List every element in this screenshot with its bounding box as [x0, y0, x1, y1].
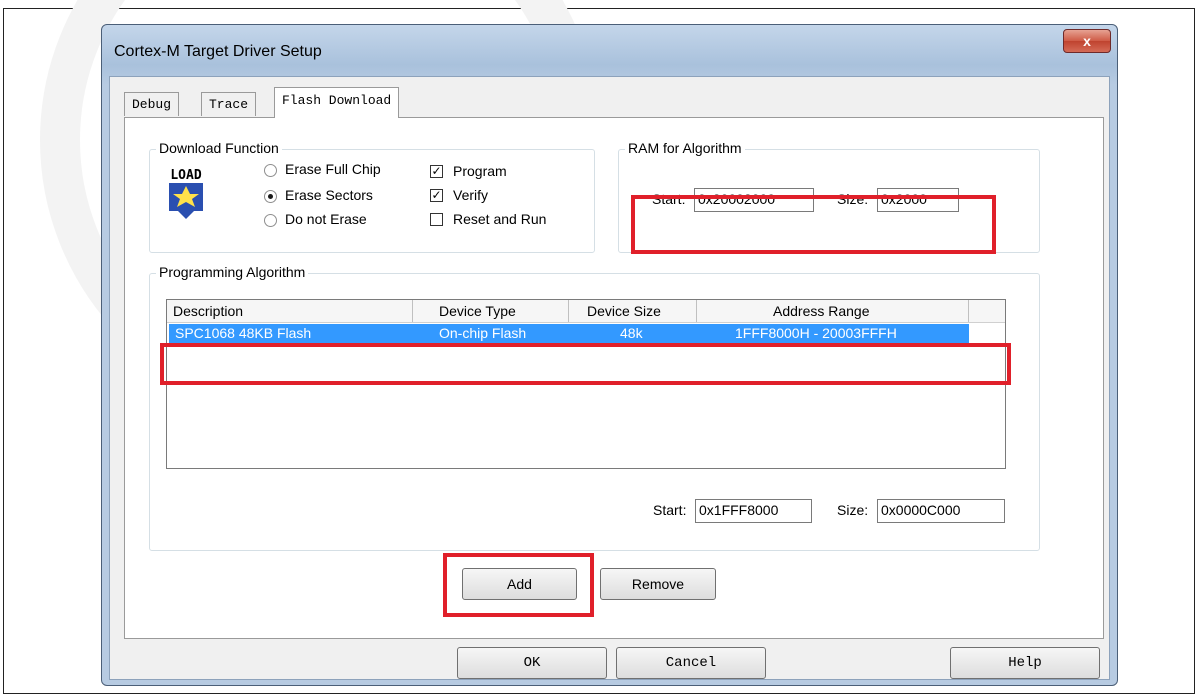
row-device-size: 48k [620, 325, 643, 341]
algorithm-size-input[interactable]: 0x0000C000 [877, 499, 1005, 523]
load-icon: LOAD [169, 168, 203, 219]
checkbox-verify-label: Verify [453, 187, 489, 203]
algorithm-start-label: Start: [653, 502, 687, 518]
programming-algorithm-group: Programming Algorithm Description Device… [149, 264, 1040, 551]
algorithm-row-highlight-box [160, 343, 1011, 385]
row-address-range: 1FFF8000H - 20003FFFH [735, 325, 897, 341]
checkbox-reset-and-run[interactable] [430, 213, 443, 226]
radio-erase-sectors-label: Erase Sectors [285, 187, 373, 203]
ram-highlight-box [631, 195, 996, 254]
tab-flash-download[interactable]: Flash Download [274, 87, 400, 118]
checkbox-verify[interactable]: ✓ [430, 189, 443, 202]
close-icon: x [1083, 33, 1091, 49]
radio-do-not-erase[interactable] [264, 214, 277, 227]
radio-do-not-erase-label: Do not Erase [285, 211, 367, 227]
ram-for-algorithm-title: RAM for Algorithm [625, 140, 745, 156]
algorithm-list-header: Description Device Type Device Size Addr… [167, 300, 1005, 323]
algorithm-size-label: Size: [837, 502, 869, 518]
column-device-type[interactable]: Device Type [413, 300, 569, 322]
help-button[interactable]: Help [950, 647, 1100, 679]
algorithm-start-input[interactable]: 0x1FFF8000 [695, 499, 812, 523]
column-description[interactable]: Description [167, 300, 413, 322]
programming-algorithm-title: Programming Algorithm [156, 264, 309, 280]
tab-trace[interactable]: Trace [201, 92, 257, 116]
radio-erase-sectors[interactable] [264, 190, 277, 203]
dialog-client-area: Debug Trace Flash Download Download Func… [109, 76, 1110, 680]
checkbox-reset-and-run-label: Reset and Run [453, 211, 547, 227]
ok-button[interactable]: OK [457, 647, 607, 679]
radio-erase-full-chip[interactable] [264, 164, 277, 177]
column-device-size[interactable]: Device Size [569, 300, 697, 322]
close-button[interactable]: x [1063, 29, 1111, 53]
download-function-title: Download Function [156, 140, 282, 156]
column-address-range[interactable]: Address Range [697, 300, 969, 322]
cancel-button[interactable]: Cancel [616, 647, 766, 679]
row-description: SPC1068 48KB Flash [175, 325, 312, 341]
checkbox-program[interactable]: ✓ [430, 165, 443, 178]
remove-button[interactable]: Remove [600, 568, 716, 600]
flash-download-panel: Download Function LOAD Erase Full Chip E… [124, 117, 1104, 639]
checkbox-program-label: Program [453, 163, 507, 179]
radio-erase-full-chip-label: Erase Full Chip [285, 161, 381, 177]
tab-debug[interactable]: Debug [124, 92, 180, 116]
add-button-highlight-box [443, 553, 594, 617]
table-row[interactable]: SPC1068 48KB Flash On-chip Flash 48k 1FF… [169, 324, 969, 343]
download-function-group: Download Function LOAD Erase Full Chip E… [149, 140, 595, 253]
load-icon-text: LOAD [170, 168, 201, 183]
window-title: Cortex-M Target Driver Setup [114, 43, 322, 60]
row-device-type: On-chip Flash [439, 325, 527, 341]
dialog-window: Cortex-M Target Driver Setup x Debug Tra… [101, 24, 1118, 686]
